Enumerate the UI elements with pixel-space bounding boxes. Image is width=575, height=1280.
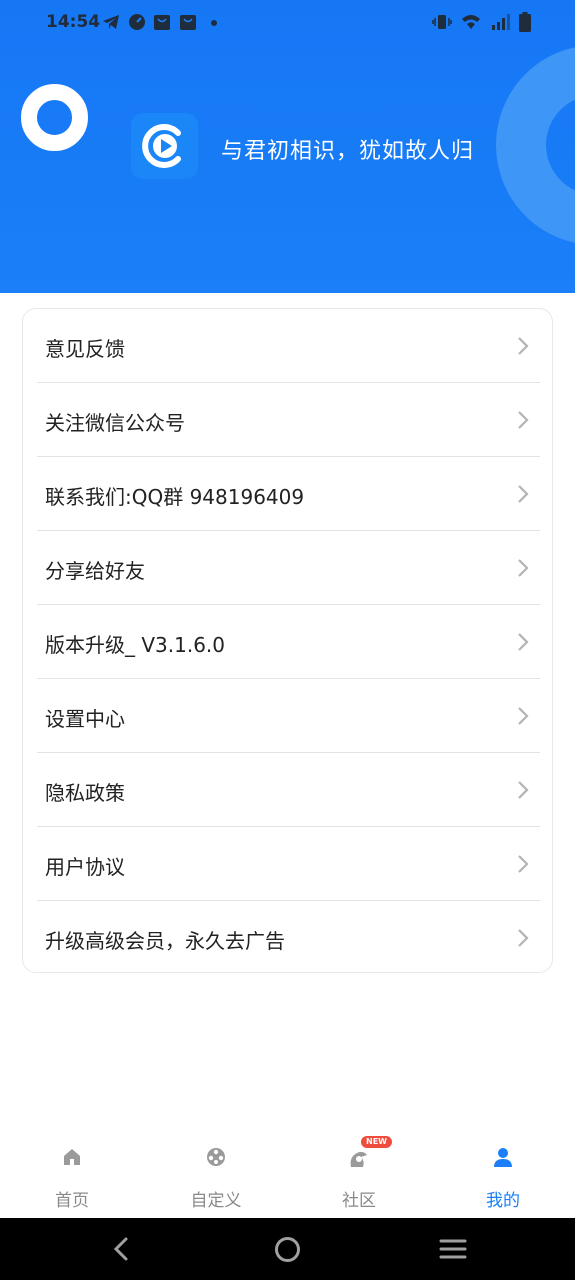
menu-item-label: 升级高级会员，永久去广告 — [45, 929, 285, 953]
chevron-right-icon — [518, 559, 529, 577]
avatar-ring[interactable] — [21, 84, 88, 151]
nav-tab-custom[interactable]: 自定义 — [144, 1128, 288, 1218]
nav-tab-label: 社区 — [342, 1191, 376, 1211]
chevron-right-icon — [518, 411, 529, 429]
header-slogan: 与君初相识，犹如故人归 — [221, 139, 475, 164]
chevron-right-icon — [518, 781, 529, 799]
decorative-ring-right — [496, 45, 575, 245]
shopping-bag-icon-2 — [180, 15, 196, 30]
status-time: 14:54 — [46, 12, 101, 32]
chevron-right-icon — [518, 929, 529, 947]
menu-item-share[interactable]: 分享给好友 — [23, 531, 554, 605]
menu-item-contact[interactable]: 联系我们:QQ群 948196409 — [23, 457, 554, 531]
menu-item-label: 隐私政策 — [45, 781, 125, 805]
speedometer-icon — [129, 14, 145, 30]
system-nav-bar — [0, 1218, 575, 1280]
menu-item-label: 联系我们:QQ群 948196409 — [45, 485, 305, 509]
app-logo — [131, 113, 198, 179]
wifi-icon — [462, 15, 480, 29]
bottom-nav: 首页 自定义 社区 我的 — [0, 1128, 575, 1218]
signal-icon — [492, 14, 510, 30]
menu-item-feedback[interactable]: 意见反馈 — [23, 309, 554, 383]
page: 14:54 与君初相识，犹如故人归 意见反馈 关注微信公众号 联系我们:QQ群 … — [0, 0, 575, 1280]
menu-item-label: 设置中心 — [45, 707, 125, 731]
more-notifications-dot-icon — [211, 20, 217, 26]
menu-item-version[interactable]: 版本升级_ V3.1.6.0 — [23, 605, 554, 679]
menu-item-vip[interactable]: 升级高级会员，永久去广告 — [23, 901, 554, 975]
film-reel-icon — [207, 1148, 225, 1166]
menu-item-label: 关注微信公众号 — [45, 411, 185, 435]
profile-header: 14:54 与君初相识，犹如故人归 — [0, 0, 575, 293]
status-bar: 14:54 — [0, 0, 575, 46]
recents-menu-icon[interactable] — [439, 1238, 467, 1260]
settings-menu: 意见反馈 关注微信公众号 联系我们:QQ群 948196409 分享给好友 版本… — [22, 308, 553, 973]
nav-tab-label: 自定义 — [190, 1191, 242, 1211]
menu-item-label: 用户协议 — [45, 855, 125, 879]
chevron-right-icon — [518, 337, 529, 355]
menu-item-settings[interactable]: 设置中心 — [23, 679, 554, 753]
menu-item-label: 版本升级_ V3.1.6.0 — [45, 633, 226, 657]
chevron-right-icon — [518, 855, 529, 873]
menu-item-wechat[interactable]: 关注微信公众号 — [23, 383, 554, 457]
nav-tab-label: 首页 — [55, 1191, 89, 1211]
nav-tab-community[interactable]: 社区 — [287, 1128, 431, 1218]
status-icons-right — [432, 12, 531, 32]
menu-item-privacy[interactable]: 隐私政策 — [23, 753, 554, 827]
user-icon — [494, 1148, 512, 1167]
vibrate-icon — [432, 15, 452, 29]
play-circle-icon — [142, 124, 181, 168]
nav-tab-home[interactable]: 首页 — [0, 1128, 144, 1218]
community-icon — [350, 1151, 367, 1167]
battery-icon — [519, 12, 531, 32]
menu-item-label: 分享给好友 — [45, 559, 145, 583]
telegram-icon — [103, 15, 119, 29]
home-circle-icon[interactable] — [274, 1236, 301, 1263]
menu-item-label: 意见反馈 — [45, 337, 125, 361]
nav-tab-mine[interactable]: 我的 — [431, 1128, 575, 1218]
chevron-right-icon — [518, 485, 529, 503]
shopping-bag-icon — [154, 15, 170, 30]
nav-tab-label-active: 我的 — [486, 1191, 520, 1211]
new-badge: NEW — [361, 1136, 392, 1148]
home-icon — [64, 1149, 80, 1165]
back-icon[interactable] — [110, 1236, 132, 1262]
chevron-right-icon — [518, 633, 529, 651]
menu-item-user-agreement[interactable]: 用户协议 — [23, 827, 554, 901]
chevron-right-icon — [518, 707, 529, 725]
